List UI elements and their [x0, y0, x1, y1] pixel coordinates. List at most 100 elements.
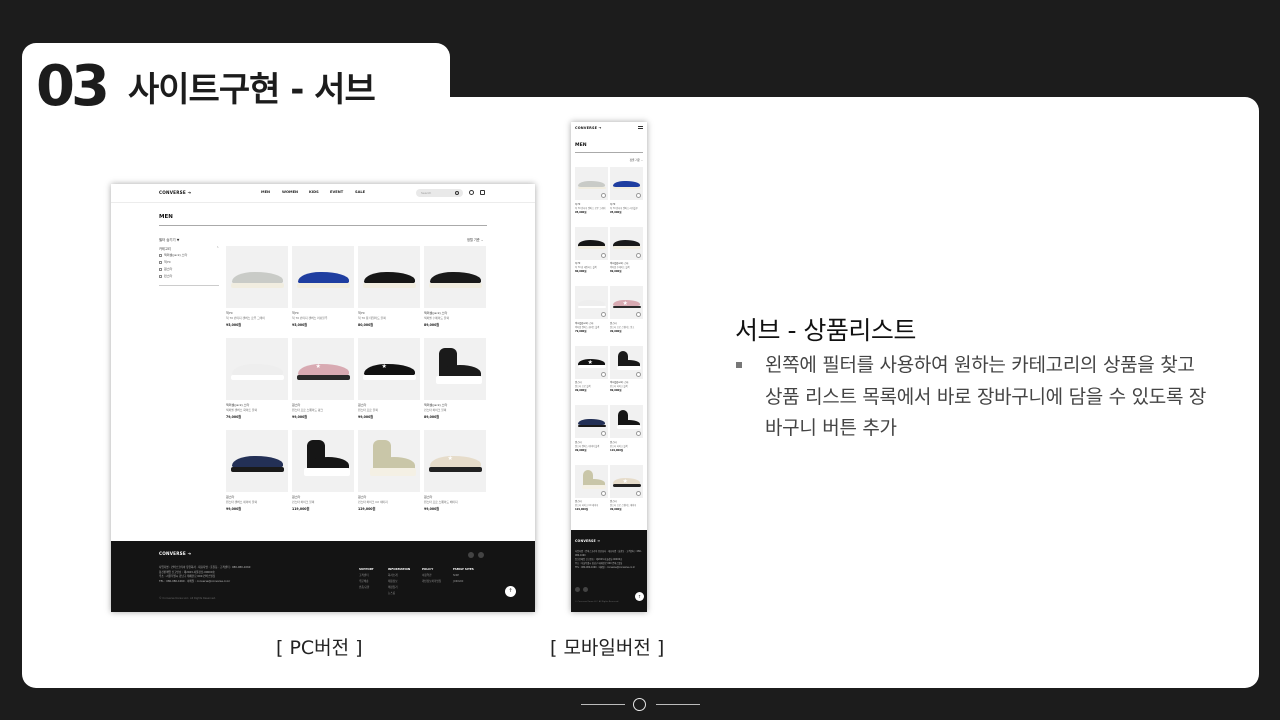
product-image[interactable]	[575, 226, 608, 260]
product-name[interactable]: 척 70 빈티지 캔버스 로우 그레이	[226, 316, 288, 320]
product-image[interactable]	[424, 246, 486, 308]
product-name[interactable]: 척 70 웜 테일러드 블랙	[358, 316, 420, 320]
facebook-icon[interactable]	[468, 552, 474, 558]
product-name[interactable]: 원스타 캔버스 네이비 블랙	[226, 500, 288, 504]
product-image[interactable]	[575, 405, 608, 438]
product-image[interactable]	[226, 338, 288, 400]
product-card[interactable]: ★ 원스타 원스타 프로 블랙 99,000원	[358, 338, 420, 419]
product-card[interactable]: 잭퍼셀(Jack) 스타 잭퍼셀 수에이드 블랙 89,000원	[610, 226, 643, 273]
nav-event[interactable]: EVENT	[330, 190, 343, 194]
product-card[interactable]: 척70 척 70 빈티지 캔버스 로우 그레이 95,000원	[575, 167, 608, 214]
scroll-top-button[interactable]: ↑	[505, 586, 516, 597]
product-image[interactable]	[358, 430, 420, 492]
product-card[interactable]: 잭퍼셀(Jack) 스타 런스타 하이크 블랙 89,000원	[424, 338, 486, 419]
product-name[interactable]: 원스타 프로 스웨이드 핑크	[292, 408, 354, 412]
product-image[interactable]: ★	[424, 430, 486, 492]
sort-dropdown[interactable]: 정렬 기준 ⌄	[630, 158, 643, 162]
product-name[interactable]: 원스타 프로 스웨이드 베이지	[424, 500, 486, 504]
add-to-cart-icon[interactable]	[636, 252, 641, 258]
product-name[interactable]: 런스타 하이크 블랙	[292, 500, 354, 504]
product-image[interactable]	[358, 246, 420, 308]
product-card[interactable]: 잭퍼셀(Jack) 스타 잭퍼셀 캔버스 화이트 블랙 79,000원	[226, 338, 288, 419]
add-to-cart-icon[interactable]	[601, 371, 606, 377]
product-card[interactable]: 척70 척 70 빈티지 캔버스 로우 그레이 95,000원	[226, 246, 288, 327]
filter-option[interactable]: 잭퍼셀(Jack) 스타	[159, 253, 187, 257]
product-card[interactable]: 척70 척 70 빈티지 캔버스 러쉬블루 95,000원	[292, 246, 354, 327]
product-card[interactable]: 원스타 원스타 캔버스 네이비 블랙 99,000원	[575, 405, 608, 452]
add-to-cart-icon[interactable]	[601, 252, 606, 258]
product-image[interactable]	[610, 167, 643, 200]
user-icon[interactable]	[469, 190, 474, 195]
facebook-icon[interactable]	[575, 587, 580, 592]
converse-logo[interactable]: CONVERSE ➔	[575, 126, 602, 130]
product-card[interactable]: 잭퍼셀(Jack) 스타 런스타 하이크 블랙 89,000원	[610, 345, 643, 392]
product-image[interactable]	[575, 167, 608, 200]
product-card[interactable]: 잭퍼셀(Jack) 스타 잭퍼셀 캔버스 화이트 블랙 79,000원	[575, 286, 608, 333]
pager-dot[interactable]	[633, 698, 646, 711]
filter-toggle[interactable]: 필터 숨기기 ▼	[159, 237, 179, 242]
product-name[interactable]: 런스타 하이크 블랙	[424, 408, 486, 412]
filter-option[interactable]: 척70	[159, 260, 171, 264]
product-image[interactable]	[575, 286, 608, 319]
sort-dropdown[interactable]: 정렬 기준 ⌄	[467, 237, 483, 242]
product-name[interactable]: 원스타 프로 블랙	[358, 408, 420, 412]
product-image[interactable]: ★	[610, 286, 643, 319]
filter-option[interactable]: 런스타	[159, 274, 172, 278]
product-card[interactable]: ★ 원스타 원스타 프로 블랙 99,000원	[575, 345, 608, 392]
cart-icon[interactable]	[480, 190, 485, 195]
product-card[interactable]: 척70 척 70 빈티지 캔버스 러쉬블루 95,000원	[610, 167, 643, 214]
hamburger-menu-icon[interactable]	[638, 126, 643, 129]
product-card[interactable]: 원스타 런스타 하이크 CX 세이지 129,000원	[358, 430, 420, 511]
product-card[interactable]: ★ 원스타 원스타 프로 스웨이드 핑크 99,000원	[292, 338, 354, 419]
product-image[interactable]	[292, 430, 354, 492]
instagram-icon[interactable]	[583, 587, 588, 592]
instagram-icon[interactable]	[478, 552, 484, 558]
filter-category-header[interactable]: 카테고리 ⌃	[159, 246, 219, 251]
product-image[interactable]: ★	[610, 464, 643, 498]
filter-option[interactable]: 원스타	[159, 267, 172, 271]
product-card[interactable]: ★ 원스타 원스타 프로 스웨이드 핑크 99,000원	[610, 286, 643, 333]
product-image[interactable]	[610, 405, 643, 438]
product-image[interactable]: ★	[358, 338, 420, 400]
product-image[interactable]	[226, 430, 288, 492]
product-name[interactable]: 잭퍼셀 캔버스 화이트 블랙	[226, 408, 288, 412]
add-to-cart-icon[interactable]	[636, 312, 641, 317]
footer-logo[interactable]: CONVERSE ➔	[575, 539, 600, 543]
nav-women[interactable]: WOMEN	[282, 190, 298, 194]
product-image[interactable]	[226, 246, 288, 308]
footer-logo[interactable]: CONVERSE ➔	[159, 551, 191, 556]
add-to-cart-icon[interactable]	[601, 193, 606, 198]
product-card[interactable]: ★ 원스타 원스타 프로 스웨이드 베이지 99,000원	[610, 464, 643, 511]
product-card[interactable]: 잭퍼셀(Jack) 스타 잭퍼셀 수에이드 블랙 89,000원	[424, 246, 486, 327]
scroll-top-button[interactable]: ↑	[635, 592, 644, 601]
product-card[interactable]: 원스타 런스타 하이크 CX 세이지 129,000원	[575, 464, 608, 511]
product-image[interactable]: ★	[575, 345, 608, 379]
product-card[interactable]: 원스타 런스타 하이크 블랙 119,000원	[610, 405, 643, 452]
footer-link[interactable]: 개인정보처리방침	[422, 579, 441, 585]
product-image[interactable]	[610, 226, 643, 260]
product-card[interactable]: 척70 척 70 웜 테일러드 블랙 80,000원	[575, 226, 608, 273]
nav-men[interactable]: MEN	[261, 190, 270, 194]
add-to-cart-icon[interactable]	[636, 193, 641, 198]
add-to-cart-icon[interactable]	[601, 312, 606, 317]
product-card[interactable]: 척70 척 70 웜 테일러드 블랙 80,000원	[358, 246, 420, 327]
product-image[interactable]	[575, 464, 608, 498]
product-card[interactable]: 원스타 런스타 하이크 블랙 119,000원	[292, 430, 354, 511]
add-to-cart-icon[interactable]	[601, 431, 606, 436]
add-to-cart-icon[interactable]	[601, 490, 606, 496]
footer-link[interactable]: JORDAN	[453, 579, 474, 585]
product-image[interactable]	[292, 246, 354, 308]
add-to-cart-icon[interactable]	[636, 371, 641, 377]
product-card[interactable]: ★ 원스타 원스타 프로 스웨이드 베이지 99,000원	[424, 430, 486, 511]
nav-kids[interactable]: KIDS	[309, 190, 319, 194]
converse-logo[interactable]: CONVERSE ➔	[159, 190, 191, 195]
product-image[interactable]	[610, 345, 643, 379]
product-image[interactable]	[424, 338, 486, 400]
search-icon[interactable]	[455, 191, 459, 195]
product-name[interactable]: 척 70 빈티지 캔버스 로우 그레이	[575, 206, 608, 210]
nav-sale[interactable]: SALE	[355, 190, 365, 194]
product-image[interactable]: ★	[292, 338, 354, 400]
product-card[interactable]: 원스타 원스타 캔버스 네이비 블랙 99,000원	[226, 430, 288, 511]
add-to-cart-icon[interactable]	[636, 431, 641, 436]
add-to-cart-icon[interactable]	[636, 490, 641, 496]
